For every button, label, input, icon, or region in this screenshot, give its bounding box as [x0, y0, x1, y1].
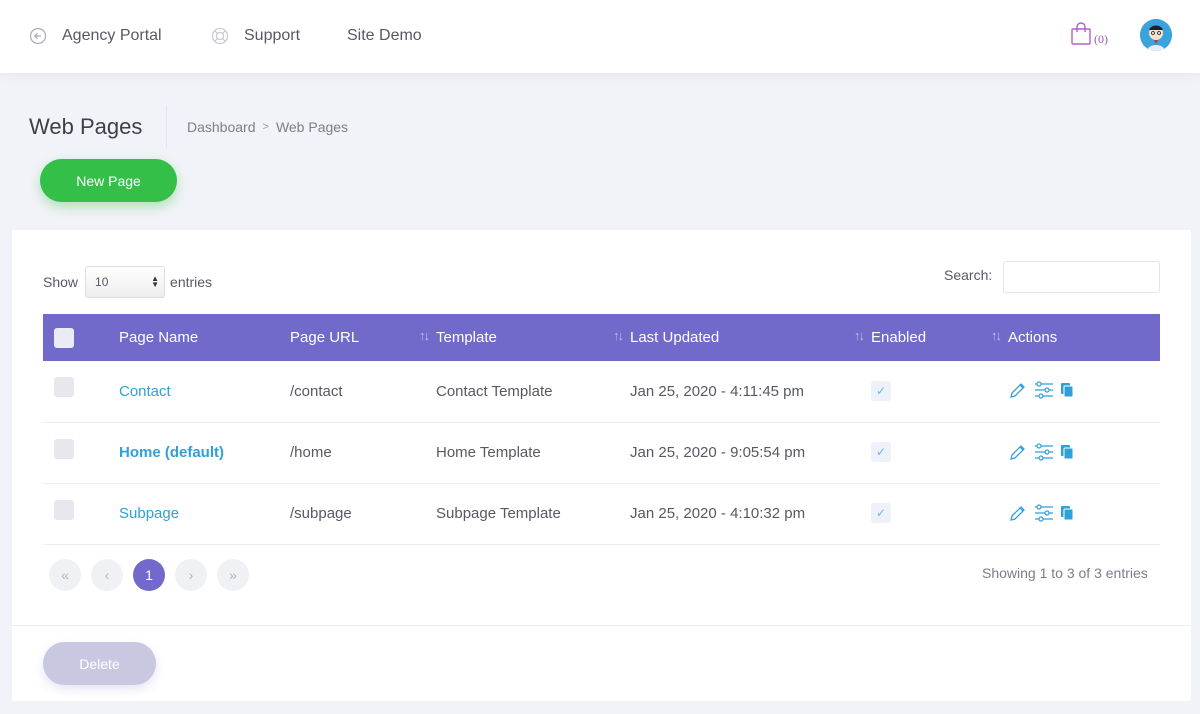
- nav-support[interactable]: Support: [211, 24, 300, 48]
- settings-sliders-icon[interactable]: [1034, 442, 1054, 466]
- nav-agency-label: Agency Portal: [62, 27, 162, 44]
- col-label: Enabled: [871, 329, 927, 346]
- pagination-info: Showing 1 to 3 of 3 entries: [982, 565, 1148, 581]
- page-url: /contact: [290, 382, 343, 400]
- last-page-icon[interactable]: »: [217, 559, 249, 591]
- edit-pencil-icon[interactable]: [1008, 442, 1028, 466]
- previous-page-icon[interactable]: ‹: [91, 559, 123, 591]
- row-checkbox[interactable]: [54, 377, 74, 398]
- web-pages-card: Show 10 ▲ ▼ entries Search: Page Name Pag…: [12, 230, 1191, 701]
- col-last-updated[interactable]: Last Updated ↑↓: [630, 314, 871, 361]
- edit-pencil-icon[interactable]: [1008, 380, 1028, 404]
- table-row: Home (default) /home Home Template Jan 2…: [43, 422, 1160, 483]
- new-page-button[interactable]: New Page: [40, 159, 177, 202]
- sort-icon: ↑↓: [854, 328, 865, 343]
- show-label: Show: [43, 274, 79, 290]
- table-row: Subpage /subpage Subpage Template Jan 25…: [43, 483, 1160, 544]
- page-template: Subpage Template: [436, 505, 561, 522]
- arrow-left-circle-icon: [29, 27, 47, 45]
- entries-control: Show 10 ▲ ▼ entries: [43, 266, 212, 298]
- settings-sliders-icon[interactable]: [1034, 503, 1054, 527]
- search-label: Search:: [944, 267, 993, 283]
- entries-value: 10: [95, 275, 109, 289]
- search-input[interactable]: [1003, 261, 1160, 293]
- page-name-link[interactable]: Subpage: [119, 505, 179, 522]
- entries-select[interactable]: 10 ▲ ▼: [85, 266, 166, 298]
- nav-agency-portal[interactable]: Agency Portal: [29, 24, 162, 48]
- page-template: Home Template: [436, 444, 541, 461]
- copy-icon[interactable]: [1060, 505, 1074, 525]
- col-actions: Actions: [1008, 314, 1160, 361]
- page-title: Web Pages: [29, 114, 143, 139]
- lifebuoy-icon: [211, 27, 229, 45]
- breadcrumb-separator-icon: >: [262, 121, 269, 133]
- page-updated: Jan 25, 2020 - 4:11:45 pm: [630, 382, 805, 400]
- shopping-bag-icon: [1070, 22, 1092, 51]
- pagination: « ‹ 1 › »: [49, 559, 249, 591]
- card-footer: Delete: [12, 625, 1191, 701]
- nav-site-demo[interactable]: Site Demo: [347, 24, 422, 48]
- table-row: Contact /contact Contact Template Jan 25…: [43, 361, 1160, 422]
- nav-demo-label: Site Demo: [347, 27, 422, 44]
- enabled-checkbox[interactable]: ✓: [871, 380, 891, 401]
- select-all-cell: [43, 314, 119, 361]
- next-page-icon[interactable]: ›: [175, 559, 207, 591]
- col-label: Actions: [1008, 329, 1058, 346]
- header-divider: [166, 106, 167, 148]
- row-checkbox[interactable]: [54, 438, 74, 459]
- nav-support-label: Support: [244, 27, 301, 44]
- row-actions: [1008, 442, 1160, 466]
- page-name-link[interactable]: Home (default): [119, 444, 224, 461]
- row-actions: [1008, 380, 1160, 404]
- row-checkbox[interactable]: [54, 499, 74, 520]
- col-template[interactable]: Template ↑↓: [436, 314, 630, 361]
- col-label: Page URL: [290, 329, 360, 346]
- sort-icon: ↑↓: [991, 328, 1002, 343]
- page-updated: Jan 25, 2020 - 9:05:54 pm: [630, 444, 806, 461]
- row-actions: [1008, 503, 1160, 527]
- enabled-checkbox[interactable]: ✓: [871, 503, 891, 523]
- user-avatar[interactable]: [1140, 19, 1172, 51]
- select-caret-icon: ▲ ▼: [151, 274, 160, 289]
- cart-button[interactable]: (0): [1070, 22, 1108, 51]
- pages-table: Page Name Page URL ↑↓ Template ↑↓ Last Upd…: [43, 314, 1160, 545]
- page-name-link[interactable]: Contact: [119, 383, 171, 400]
- edit-pencil-icon[interactable]: [1008, 503, 1028, 527]
- sort-icon: ↑↓: [613, 328, 624, 343]
- sort-icon: ↑↓: [419, 328, 430, 343]
- page-url: /subpage: [290, 505, 352, 522]
- breadcrumb-web-pages[interactable]: Web Pages: [276, 119, 348, 135]
- select-all-checkbox[interactable]: [54, 327, 74, 348]
- settings-sliders-icon[interactable]: [1034, 380, 1054, 404]
- delete-button[interactable]: Delete: [43, 642, 156, 685]
- copy-icon[interactable]: [1060, 382, 1074, 402]
- page-number-button[interactable]: 1: [133, 559, 165, 591]
- col-page-name[interactable]: Page Name: [119, 314, 290, 361]
- entries-label: entries: [170, 274, 213, 290]
- enabled-checkbox[interactable]: ✓: [871, 442, 891, 462]
- top-navbar: Agency Portal Support Site Demo (0): [0, 0, 1200, 73]
- page-template: Contact Template: [436, 382, 553, 400]
- cart-count: (0): [1094, 32, 1108, 46]
- col-label: Page Name: [119, 329, 199, 346]
- col-label: Template: [436, 329, 497, 346]
- first-page-icon[interactable]: «: [49, 559, 81, 591]
- breadcrumb: Dashboard > Web Pages: [187, 119, 348, 135]
- breadcrumb-dashboard[interactable]: Dashboard: [187, 119, 256, 135]
- col-page-url[interactable]: Page URL ↑↓: [290, 314, 436, 361]
- page-url: /home: [290, 444, 332, 461]
- copy-icon[interactable]: [1060, 444, 1074, 464]
- page-updated: Jan 25, 2020 - 4:10:32 pm: [630, 505, 806, 522]
- col-enabled[interactable]: Enabled ↑↓: [871, 314, 1008, 361]
- col-label: Last Updated: [630, 329, 720, 346]
- table-header-row: Page Name Page URL ↑↓ Template ↑↓ Last Upd…: [43, 314, 1160, 361]
